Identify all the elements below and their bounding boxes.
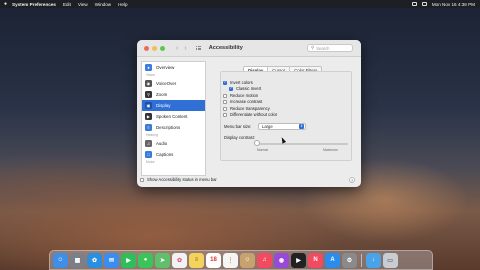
- dock: ☺ ▦ ✿ ✉ ▶ ● ➤ ✿ ≡ 18 ⋮ ☺ ♫ ◉ ▶ N A ⚙ ↓ ▭: [49, 250, 433, 270]
- system-preferences-icon[interactable]: ⚙: [342, 252, 357, 268]
- title-bar: ‹ › Accessibility ⚲ Search: [137, 40, 361, 57]
- differentiate-without-color-option[interactable]: Differentiate without color: [223, 112, 277, 117]
- chevron-updown-icon: ⇕: [299, 124, 304, 129]
- launchpad-icon[interactable]: ▦: [70, 252, 85, 268]
- sidebar-item-display[interactable]: ▣ Display: [142, 100, 205, 111]
- menu-app-name[interactable]: System Preferences: [12, 2, 56, 7]
- photos-icon[interactable]: ✿: [172, 252, 187, 268]
- sidebar-item-captions[interactable]: □ Captions: [142, 149, 205, 160]
- classic-invert-checkbox[interactable]: ✓: [229, 86, 233, 91]
- sidebar-item-voiceover[interactable]: ◉ VoiceOver: [142, 78, 205, 89]
- invert-colors-checkbox[interactable]: ✓: [223, 80, 227, 85]
- window-title: Accessibility: [208, 45, 243, 51]
- sidebar-item-descriptions[interactable]: ≡ Descriptions: [142, 122, 205, 133]
- back-icon[interactable]: ‹: [176, 45, 178, 52]
- search-field[interactable]: ⚲ Search: [307, 44, 353, 52]
- accessibility-window: ‹ › Accessibility ⚲ Search ● Overview Vi…: [137, 40, 361, 187]
- display-contrast-slider-track[interactable]: [256, 143, 348, 145]
- display-contrast-slider-knob[interactable]: [254, 140, 260, 146]
- reduce-motion-checkbox[interactable]: [223, 93, 227, 98]
- show-status-checkbox[interactable]: [140, 177, 144, 182]
- messages-icon[interactable]: ●: [138, 252, 153, 268]
- menu-help[interactable]: Help: [118, 2, 127, 7]
- classic-invert-option[interactable]: ✓ Classic Invert: [229, 86, 261, 91]
- trash-icon[interactable]: ▭: [382, 252, 398, 268]
- help-button[interactable]: ?: [349, 177, 355, 183]
- menu-window[interactable]: Window: [95, 2, 111, 7]
- music-icon[interactable]: ♫: [257, 252, 272, 268]
- sidebar[interactable]: ● Overview Vision ◉ VoiceOver ⚲ Zoom ▣ D…: [141, 61, 206, 176]
- reduce-transparency-checkbox[interactable]: [223, 106, 227, 111]
- facetime-icon[interactable]: ▶: [121, 252, 136, 268]
- safari-icon[interactable]: ✿: [87, 252, 102, 268]
- spoken-content-icon: ▶: [145, 113, 152, 120]
- search-placeholder: Search: [316, 45, 330, 51]
- voiceover-icon: ◉: [145, 80, 152, 87]
- menu-bar: ● System Preferences Edit View Window He…: [0, 0, 480, 8]
- show-all-icon[interactable]: [195, 45, 202, 51]
- invert-colors-option[interactable]: ✓ Invert colors: [223, 80, 253, 85]
- reduce-motion-option[interactable]: Reduce motion: [223, 93, 258, 98]
- display-contrast-label: Display contrast:: [224, 135, 255, 140]
- minimize-button[interactable]: [152, 45, 157, 51]
- contrast-max-label: Maximum: [323, 148, 338, 152]
- dock-separator: [361, 253, 362, 267]
- zoom-button[interactable]: [160, 45, 165, 51]
- increase-contrast-option[interactable]: Increase contrast: [223, 99, 262, 104]
- sidebar-item-zoom[interactable]: ⚲ Zoom: [142, 89, 205, 100]
- zoom-icon: ⚲: [145, 91, 152, 98]
- reduce-transparency-option[interactable]: Reduce transparency: [223, 106, 270, 111]
- differentiate-without-color-checkbox[interactable]: [223, 112, 227, 117]
- podcasts-icon[interactable]: ◉: [274, 252, 289, 268]
- descriptions-icon: ≡: [145, 124, 152, 131]
- audio-icon: ♫: [145, 140, 152, 147]
- reminders-icon[interactable]: ⋮: [223, 252, 238, 268]
- news-icon[interactable]: N: [308, 252, 323, 268]
- menu-edit[interactable]: Edit: [63, 2, 71, 7]
- sidebar-item-overview[interactable]: ● Overview: [142, 62, 205, 73]
- contrast-min-label: Normal: [257, 148, 268, 152]
- finder-icon[interactable]: ☺: [53, 252, 68, 268]
- close-button[interactable]: [144, 45, 149, 51]
- increase-contrast-checkbox[interactable]: [223, 99, 227, 104]
- sidebar-item-audio[interactable]: ♫ Audio: [142, 138, 205, 149]
- wifi-icon[interactable]: [421, 2, 427, 6]
- battery-icon[interactable]: [411, 2, 417, 6]
- apple-menu-icon[interactable]: ●: [4, 1, 10, 7]
- search-icon: ⚲: [311, 45, 315, 50]
- maps-icon[interactable]: ➤: [155, 252, 170, 268]
- menu-view[interactable]: View: [78, 2, 88, 7]
- notes-icon[interactable]: ≡: [189, 252, 204, 268]
- calendar-icon[interactable]: 18: [206, 252, 221, 268]
- display-icon: ▣: [145, 102, 152, 109]
- clock[interactable]: Mon Nov 16 4:36 PM: [432, 2, 475, 7]
- overview-icon: ●: [145, 64, 152, 71]
- tv-icon[interactable]: ▶: [291, 252, 306, 268]
- downloads-folder-icon[interactable]: ↓: [365, 252, 381, 268]
- contacts-icon[interactable]: ☺: [240, 252, 255, 268]
- footer-status-option[interactable]: Show Accessibility status in menu bar: [140, 177, 217, 182]
- captions-icon: □: [145, 151, 152, 158]
- menu-bar-size-select[interactable]: Large ⇕: [258, 123, 306, 130]
- mail-icon[interactable]: ✉: [104, 252, 119, 268]
- forward-icon[interactable]: ›: [184, 45, 186, 52]
- sidebar-item-spoken-content[interactable]: ▶ Spoken Content: [142, 111, 205, 122]
- section-motor: Motor: [146, 160, 155, 164]
- menu-bar-size-label: Menu bar size:: [224, 124, 252, 129]
- app-store-icon[interactable]: A: [325, 252, 340, 268]
